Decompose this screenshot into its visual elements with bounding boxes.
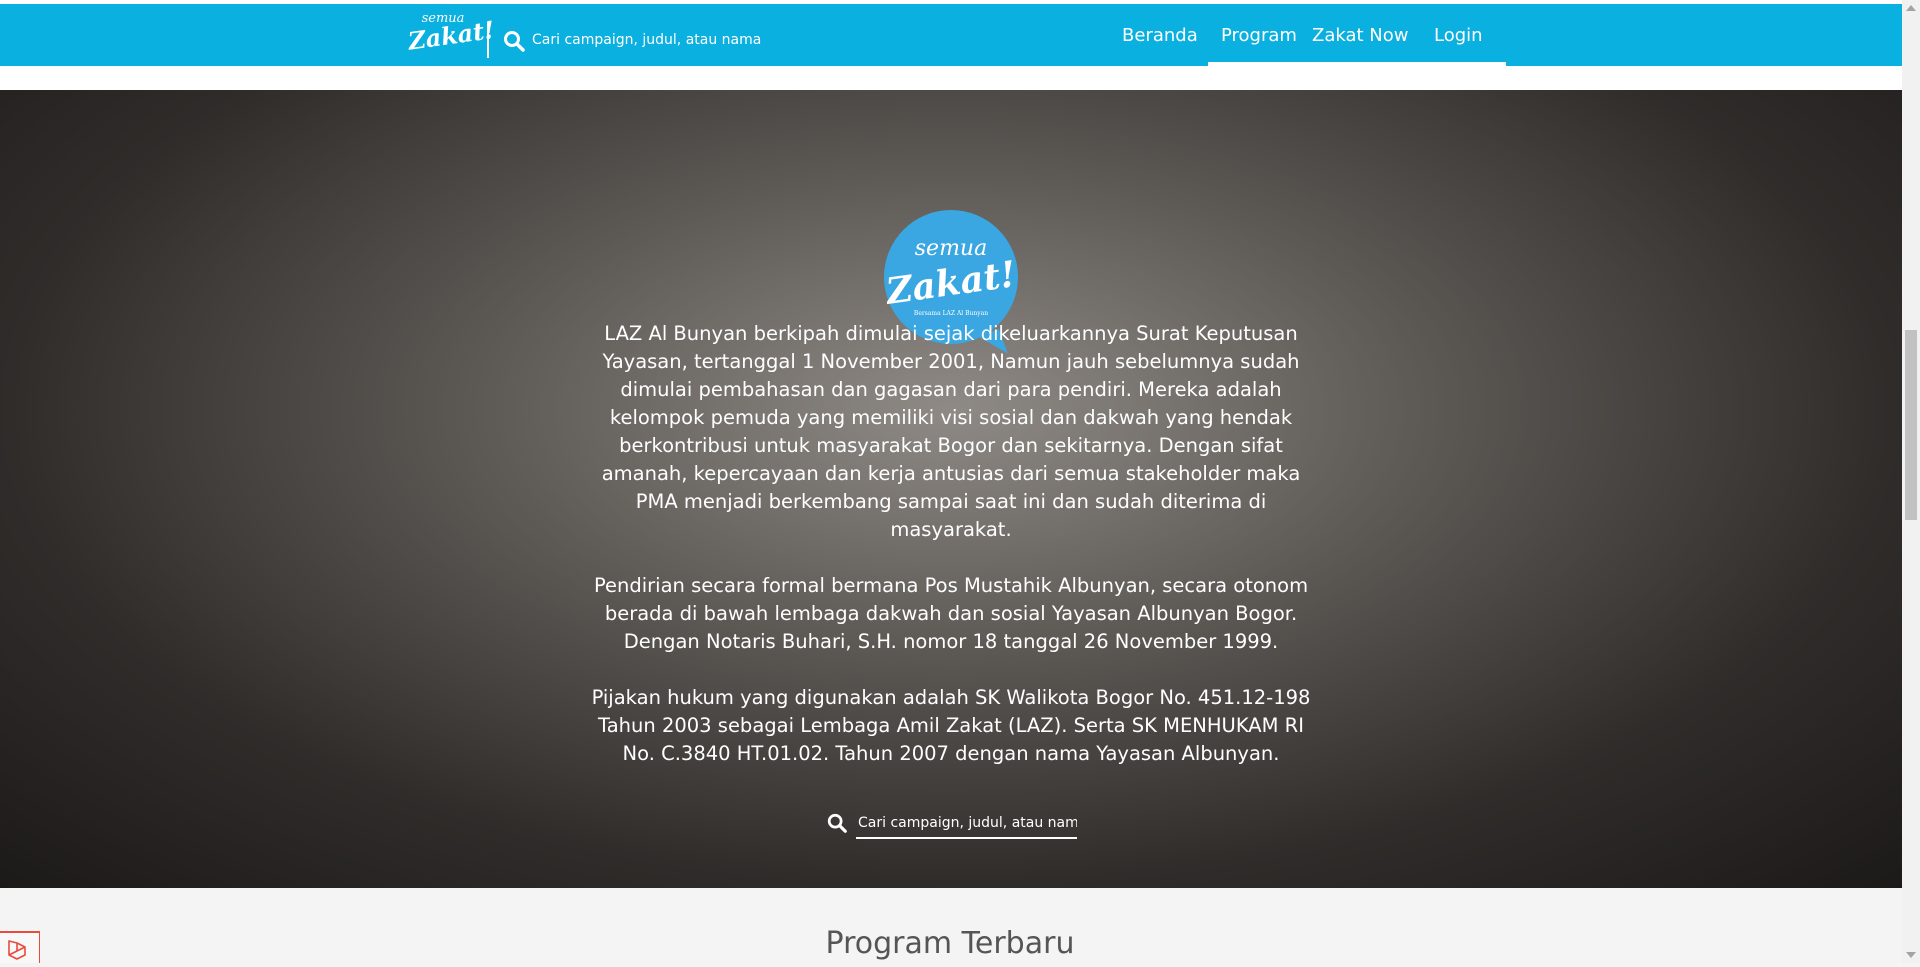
main-menu: Beranda Program Zakat Now Login [1106, 4, 1506, 66]
header-spacer [0, 66, 1902, 90]
scrollbar-thumb[interactable] [1905, 330, 1917, 520]
about-text: LAZ Al Bunyan berkipah dimulai sejak dik… [581, 320, 1321, 796]
navbar: semua Zakat! Beranda Program Zakat Now L… [0, 4, 1902, 66]
nav-item-login[interactable]: Login [1434, 4, 1483, 66]
about-paragraph-history: LAZ Al Bunyan berkipah dimulai sejak dik… [601, 322, 1301, 541]
search-icon[interactable] [502, 29, 526, 53]
logo-text-main: Zakat! [406, 14, 497, 56]
nav-item-program[interactable]: Program [1221, 4, 1297, 66]
hero-logo-tagline: Bersama LAZ Al Bunyan [913, 310, 989, 317]
hero-logo-text-main: Zakat! [883, 253, 1019, 313]
page-scrollbar[interactable] [1902, 0, 1920, 963]
about-paragraph-legal: Pijakan hukum yang digunakan adalah SK W… [591, 686, 1311, 765]
scroll-down-arrow-icon[interactable] [1906, 952, 1916, 958]
section-title: Program Terbaru [825, 926, 1075, 961]
site-logo[interactable]: semua Zakat! [406, 12, 497, 56]
hero-search-input[interactable] [856, 811, 1077, 839]
about-paragraph-founding: Pendirian secara formal bermana Pos Must… [593, 574, 1309, 653]
navbar-search-input[interactable] [532, 28, 852, 52]
nav-item-beranda[interactable]: Beranda [1122, 4, 1198, 66]
search-icon[interactable] [826, 812, 848, 834]
hero-section: semua Zakat! Bersama LAZ Al Bunyan LAZ A… [0, 90, 1902, 888]
debug-widget[interactable] [0, 931, 40, 963]
scroll-up-arrow-icon[interactable] [1906, 5, 1916, 11]
nav-item-zakat-now[interactable]: Zakat Now [1312, 4, 1408, 66]
laravel-icon [8, 940, 26, 960]
nav-divider [487, 22, 489, 58]
